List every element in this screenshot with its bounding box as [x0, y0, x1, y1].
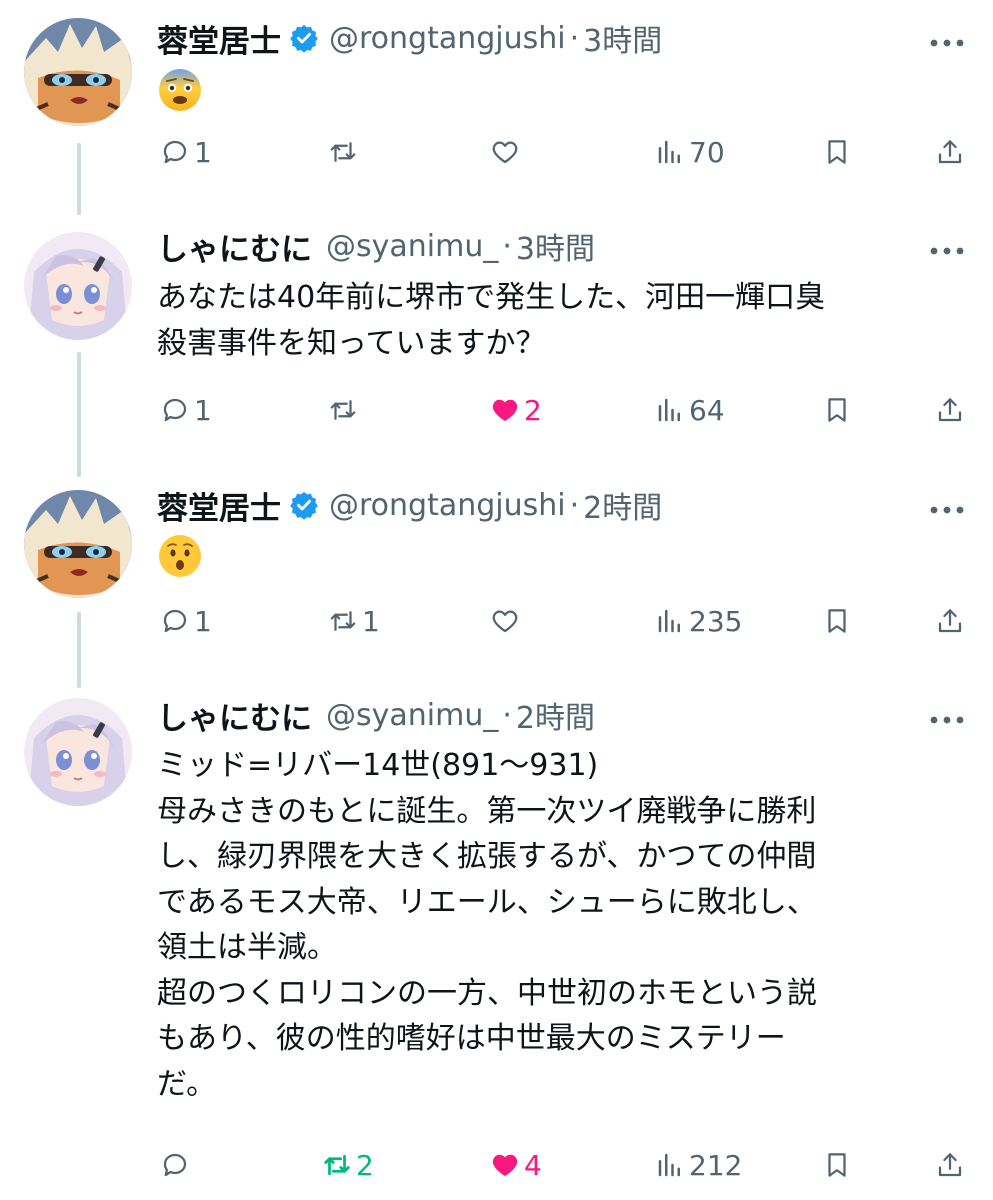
timestamp[interactable]: 2時間: [516, 693, 595, 737]
retweet-button[interactable]: [328, 388, 362, 432]
fearful-face-emoji: [157, 67, 203, 113]
views-icon: [658, 140, 680, 164]
reply-icon: [163, 609, 187, 633]
like-button[interactable]: 2: [490, 388, 542, 432]
views-count: 70: [689, 135, 725, 169]
tweet-header: 蓉堂居士 @rongtangjushi · 2時間: [157, 480, 993, 530]
tweet-text: ミッド=リバー14世(891〜931) 母みさきのもとに誕生。第一次ツイ廃戦争に…: [157, 748, 817, 1102]
reply-icon: [163, 140, 187, 164]
heart-icon: [492, 610, 518, 633]
retweet-button[interactable]: 1: [328, 599, 380, 643]
reply-button[interactable]: 1: [160, 130, 212, 174]
like-count: 2: [524, 393, 542, 427]
display-name[interactable]: しゃにむに: [157, 693, 312, 738]
action-bar: 1 2 64: [0, 388, 993, 432]
more-icon[interactable]: [929, 33, 965, 47]
share-icon: [938, 140, 962, 164]
views-icon: [658, 609, 680, 633]
user-handle[interactable]: @syanimu_: [326, 229, 498, 264]
views-button[interactable]: 70: [655, 130, 725, 174]
action-bar: 2 4 212: [0, 1143, 993, 1187]
action-bar: 1 1 235: [0, 599, 993, 643]
retweet-button[interactable]: 2: [322, 1143, 374, 1187]
retweet-active-icon: [324, 1154, 350, 1176]
reply-button[interactable]: [160, 1143, 194, 1187]
views-count: 212: [689, 1148, 743, 1182]
like-count: 4: [524, 1148, 542, 1182]
bookmark-button[interactable]: [822, 130, 852, 174]
like-button[interactable]: [490, 130, 524, 174]
hushed-face-emoji: [157, 533, 203, 579]
views-button[interactable]: 64: [655, 388, 725, 432]
action-bar: 1 70: [0, 130, 993, 174]
views-button[interactable]: 235: [655, 599, 742, 643]
timestamp[interactable]: 3時間: [516, 224, 595, 268]
more-icon[interactable]: [929, 241, 965, 255]
separator-dot: ·: [502, 228, 512, 264]
display-name[interactable]: しゃにむに: [157, 224, 312, 269]
like-button[interactable]: 4: [490, 1143, 542, 1187]
share-button[interactable]: [935, 388, 965, 432]
user-handle[interactable]: @syanimu_: [326, 698, 498, 733]
retweet-icon: [330, 611, 356, 631]
bookmark-button[interactable]: [822, 599, 852, 643]
reply-count: 1: [194, 604, 212, 638]
heart-filled-icon: [492, 399, 518, 421]
separator-dot: ·: [569, 487, 580, 523]
retweet-button[interactable]: [328, 130, 362, 174]
views-button[interactable]: 212: [655, 1143, 742, 1187]
tweet-header: 蓉堂居士 @rongtangjushi · 3時間: [157, 13, 993, 63]
more-icon[interactable]: [929, 710, 965, 724]
tweet-text: あなたは40年前に堺市で発生した、河田一輝口臭 殺害事件を知っていますか？: [157, 280, 826, 361]
avatar[interactable]: [24, 490, 132, 598]
reply-count: 1: [194, 135, 212, 169]
display-name[interactable]: 蓉堂居士: [157, 483, 281, 528]
user-handle[interactable]: @rongtangjushi: [329, 21, 566, 56]
views-icon: [658, 398, 680, 422]
user-handle[interactable]: @rongtangjushi: [329, 488, 566, 523]
views-count: 235: [689, 604, 743, 638]
separator-dot: ·: [569, 20, 580, 56]
retweet-icon: [330, 142, 356, 162]
avatar[interactable]: [24, 232, 132, 340]
timestamp[interactable]: 2時間: [583, 483, 662, 527]
bookmark-icon: [828, 398, 846, 422]
reply-count: 1: [194, 393, 212, 427]
display-name[interactable]: 蓉堂居士: [157, 16, 281, 61]
separator-dot: ·: [502, 697, 512, 733]
bookmark-icon: [828, 1153, 846, 1177]
bookmark-button[interactable]: [822, 1143, 852, 1187]
more-icon[interactable]: [929, 500, 965, 514]
views-count: 64: [689, 393, 725, 427]
tweet-header: しゃにむに @syanimu_ · 2時間: [157, 690, 993, 740]
bookmark-button[interactable]: [822, 388, 852, 432]
reply-icon: [163, 398, 187, 422]
share-button[interactable]: [935, 130, 965, 174]
avatar[interactable]: [24, 18, 132, 126]
views-icon: [658, 1153, 680, 1177]
share-button[interactable]: [935, 1143, 965, 1187]
share-icon: [938, 1153, 962, 1177]
retweet-count: 1: [362, 604, 380, 638]
avatar[interactable]: [24, 698, 132, 806]
heart-filled-icon: [492, 1154, 518, 1176]
heart-icon: [492, 141, 518, 164]
retweet-count: 2: [356, 1148, 374, 1182]
reply-icon: [163, 1153, 187, 1177]
reply-button[interactable]: 1: [160, 388, 212, 432]
bookmark-icon: [828, 609, 846, 633]
share-button[interactable]: [935, 599, 965, 643]
share-icon: [938, 398, 962, 422]
reply-button[interactable]: 1: [160, 599, 212, 643]
verified-icon: [289, 23, 319, 53]
share-icon: [938, 609, 962, 633]
bookmark-icon: [828, 140, 846, 164]
timestamp[interactable]: 3時間: [583, 16, 662, 60]
like-button[interactable]: [490, 599, 524, 643]
retweet-icon: [330, 400, 356, 420]
tweet-header: しゃにむに @syanimu_ · 3時間: [157, 221, 993, 271]
verified-icon: [289, 490, 319, 520]
